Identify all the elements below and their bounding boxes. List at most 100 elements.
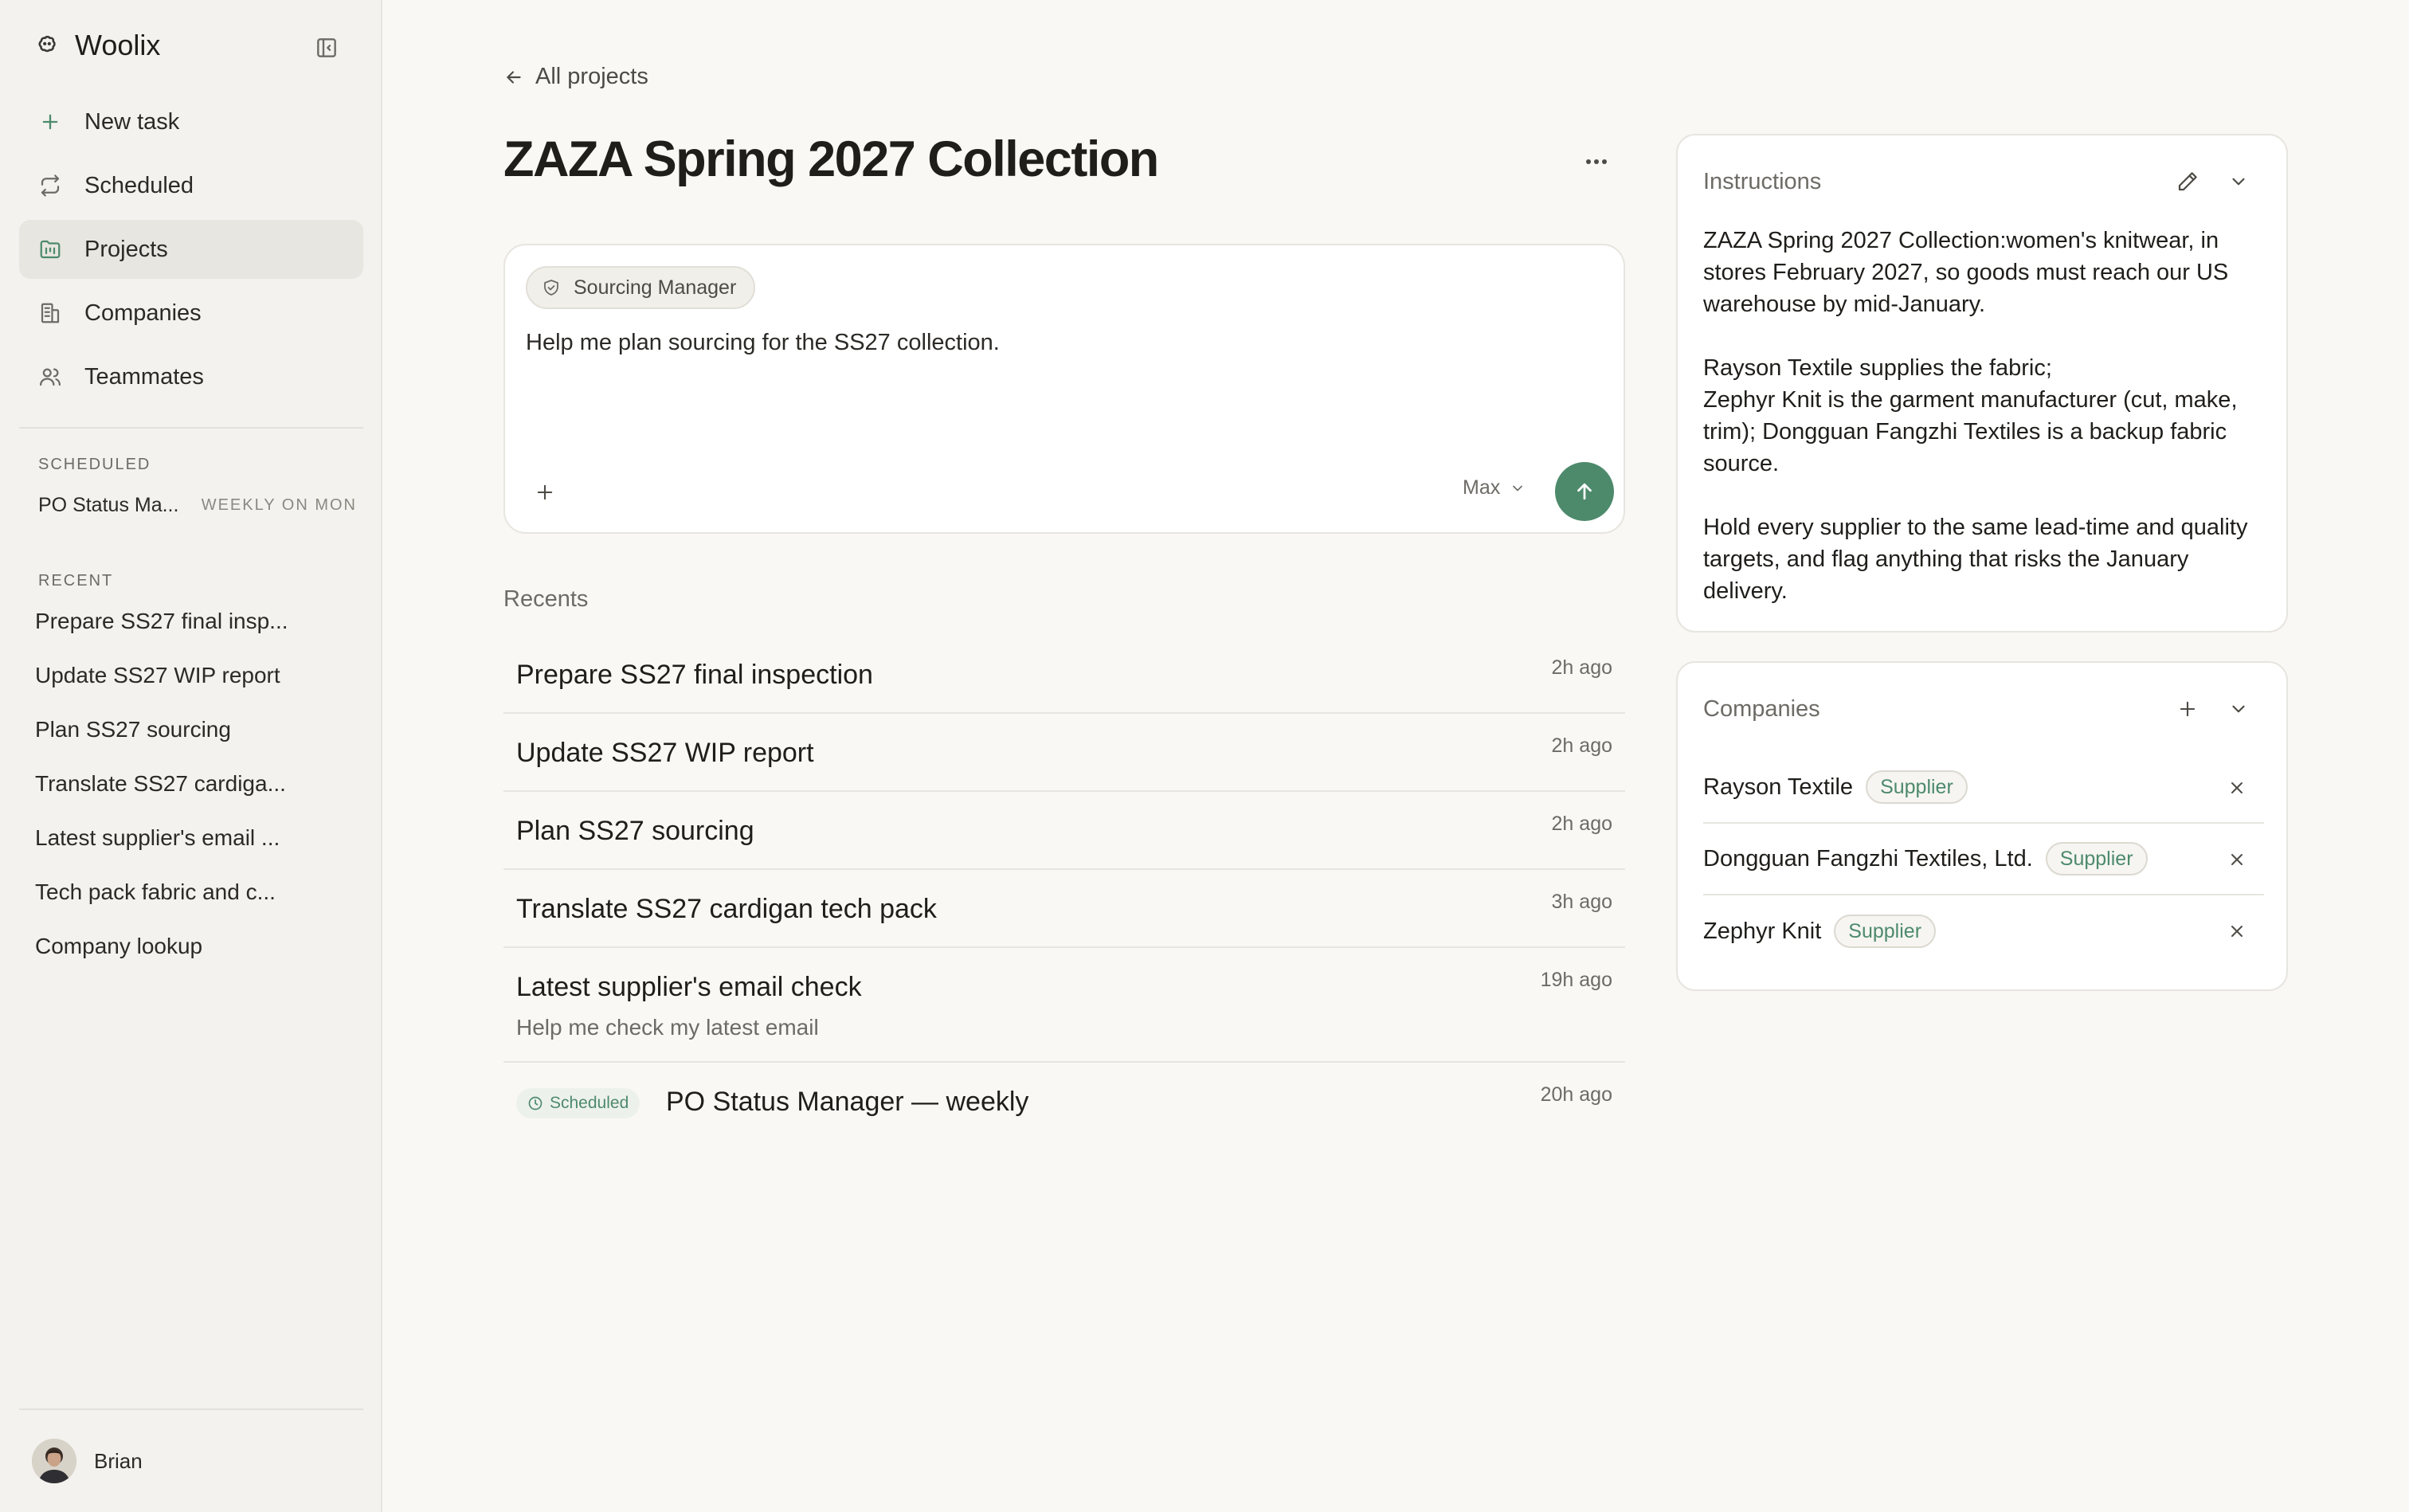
plus-icon: [37, 108, 64, 135]
scheduled-item-name: PO Status Ma...: [38, 494, 179, 516]
brand[interactable]: Woolix: [33, 29, 160, 62]
plus-icon[interactable]: [531, 478, 559, 507]
scheduled-badge: Scheduled: [516, 1088, 640, 1118]
company-name: Zephyr Knit: [1703, 918, 1822, 944]
nav-label: Projects: [84, 236, 168, 262]
recent-section-label: RECENT: [38, 572, 114, 590]
task-composer: Sourcing Manager Help me plan sourcing f…: [503, 244, 1625, 534]
company-role-badge: Supplier: [2045, 842, 2148, 875]
model-select[interactable]: Max: [1463, 476, 1526, 499]
task-title: Translate SS27 cardigan tech pack: [516, 894, 937, 924]
nav-label: Teammates: [84, 363, 204, 390]
chevron-down-icon: [2228, 171, 2249, 192]
task-subtitle: Help me check my latest email: [516, 1015, 819, 1040]
recents-list: Prepare SS27 final inspection 2h ago Upd…: [503, 636, 1625, 1141]
chevron-down-icon: [2228, 699, 2249, 719]
add-company-button[interactable]: [2172, 693, 2203, 725]
arrow-left-icon: [503, 67, 524, 88]
close-icon: [2231, 782, 2243, 793]
prompt-input[interactable]: Help me plan sourcing for the SS27 colle…: [526, 330, 1000, 356]
instructions-paragraph: Rayson Textile supplies the fabric;: [1703, 355, 2052, 381]
model-select-value: Max: [1463, 476, 1501, 499]
agent-chip[interactable]: Sourcing Manager: [526, 266, 756, 309]
scheduled-item[interactable]: PO Status Ma... WEEKLY ON MON: [38, 494, 357, 517]
recent-item[interactable]: Latest supplier's email ...: [35, 822, 354, 876]
instructions-paragraph: ZAZA Spring 2027 Collection:women's knit…: [1703, 228, 2229, 317]
instructions-text: ZAZA Spring 2027 Collection:women's knit…: [1703, 225, 2264, 639]
folder-icon: [37, 236, 64, 263]
company-name: Rayson Textile: [1703, 774, 1854, 800]
company-name: Dongguan Fangzhi Textiles, Ltd.: [1703, 845, 2033, 872]
company-role-badge: Supplier: [1834, 915, 1937, 948]
recent-item[interactable]: Company lookup: [35, 930, 354, 985]
recent-item[interactable]: Plan SS27 sourcing: [35, 714, 354, 768]
company-row[interactable]: Rayson Textile Supplier: [1703, 752, 2264, 824]
user-name: Brian: [94, 1448, 143, 1473]
recent-task-row[interactable]: Update SS27 WIP report 2h ago: [503, 714, 1625, 792]
remove-company-button[interactable]: [2221, 915, 2253, 947]
user-profile[interactable]: Brian: [32, 1439, 143, 1483]
companies-heading: Companies: [1703, 696, 1820, 722]
chevron-down-icon: [1510, 480, 1526, 496]
sidebar-nav: New task Scheduled Projects Companies Te…: [19, 92, 363, 411]
page-title: ZAZA Spring 2027 Collection: [503, 131, 1159, 187]
more-options-icon[interactable]: [1581, 150, 1612, 174]
nav-label: New task: [84, 108, 180, 135]
arrow-up-icon: [1573, 480, 1596, 503]
app-name: Woolix: [75, 29, 161, 61]
task-time: 20h ago: [1540, 1083, 1612, 1106]
repeat-icon: [37, 172, 64, 199]
send-button[interactable]: [1555, 462, 1614, 521]
recent-task-row[interactable]: Scheduled PO Status Manager — weekly 20h…: [503, 1063, 1625, 1141]
scheduled-item-frequency: WEEKLY ON MON: [201, 496, 357, 514]
task-time: 2h ago: [1551, 813, 1612, 835]
remove-company-button[interactable]: [2221, 844, 2253, 875]
company-row[interactable]: Dongguan Fangzhi Textiles, Ltd. Supplier: [1703, 824, 2264, 895]
company-list: Rayson Textile Supplier Dongguan Fangzhi…: [1703, 752, 2264, 967]
recent-item[interactable]: Translate SS27 cardiga...: [35, 768, 354, 822]
people-icon: [37, 363, 64, 390]
recent-item[interactable]: Tech pack fabric and c...: [35, 876, 354, 930]
nav-teammates[interactable]: Teammates: [19, 347, 363, 406]
recent-task-row[interactable]: Prepare SS27 final inspection 2h ago: [503, 636, 1625, 714]
back-to-projects-link[interactable]: All projects: [503, 64, 648, 90]
task-time: 3h ago: [1551, 891, 1612, 913]
company-role-badge: Supplier: [1866, 770, 1968, 804]
nav-projects[interactable]: Projects: [19, 220, 363, 279]
scheduled-section-label: SCHEDULED: [38, 456, 151, 473]
instructions-panel: Instructions ZAZA Spring 2027 Collection…: [1676, 134, 2288, 633]
sheep-logo-icon: [33, 32, 61, 59]
badge-icon: [542, 278, 561, 297]
pencil-icon: [2176, 170, 2199, 194]
collapse-instructions-button[interactable]: [2223, 166, 2254, 198]
clock-icon: [527, 1095, 543, 1111]
scheduled-badge-label: Scheduled: [550, 1094, 629, 1112]
sidebar-toggle-icon[interactable]: [314, 35, 341, 61]
close-icon: [2231, 854, 2243, 865]
instructions-paragraph: Hold every supplier to the same lead-tim…: [1703, 515, 2248, 604]
nav-scheduled[interactable]: Scheduled: [19, 156, 363, 215]
back-link-label: All projects: [535, 64, 648, 89]
recent-item[interactable]: Prepare SS27 final insp...: [35, 605, 354, 660]
recent-task-row[interactable]: Translate SS27 cardigan tech pack 3h ago: [503, 870, 1625, 948]
task-time: 19h ago: [1540, 969, 1612, 991]
sidebar-divider: [19, 427, 363, 429]
avatar: [32, 1439, 76, 1483]
task-title: Prepare SS27 final inspection: [516, 660, 873, 690]
task-time: 2h ago: [1551, 734, 1612, 757]
recent-task-row[interactable]: Latest supplier's email check Help me ch…: [503, 948, 1625, 1063]
company-row[interactable]: Zephyr Knit Supplier: [1703, 895, 2264, 967]
nav-companies[interactable]: Companies: [19, 284, 363, 343]
recent-list: Prepare SS27 final insp... Update SS27 W…: [35, 605, 354, 985]
recent-task-row[interactable]: Plan SS27 sourcing 2h ago: [503, 792, 1625, 870]
nav-new-task[interactable]: New task: [19, 92, 363, 151]
recent-item[interactable]: Update SS27 WIP report: [35, 660, 354, 714]
instructions-heading: Instructions: [1703, 169, 1822, 194]
task-title: PO Status Manager — weekly: [666, 1087, 1029, 1117]
remove-company-button[interactable]: [2221, 772, 2253, 804]
sidebar-divider: [19, 1408, 363, 1410]
building-icon: [37, 300, 64, 327]
edit-instructions-button[interactable]: [2172, 166, 2203, 198]
collapse-companies-button[interactable]: [2223, 693, 2254, 725]
recents-heading: Recents: [503, 586, 589, 612]
